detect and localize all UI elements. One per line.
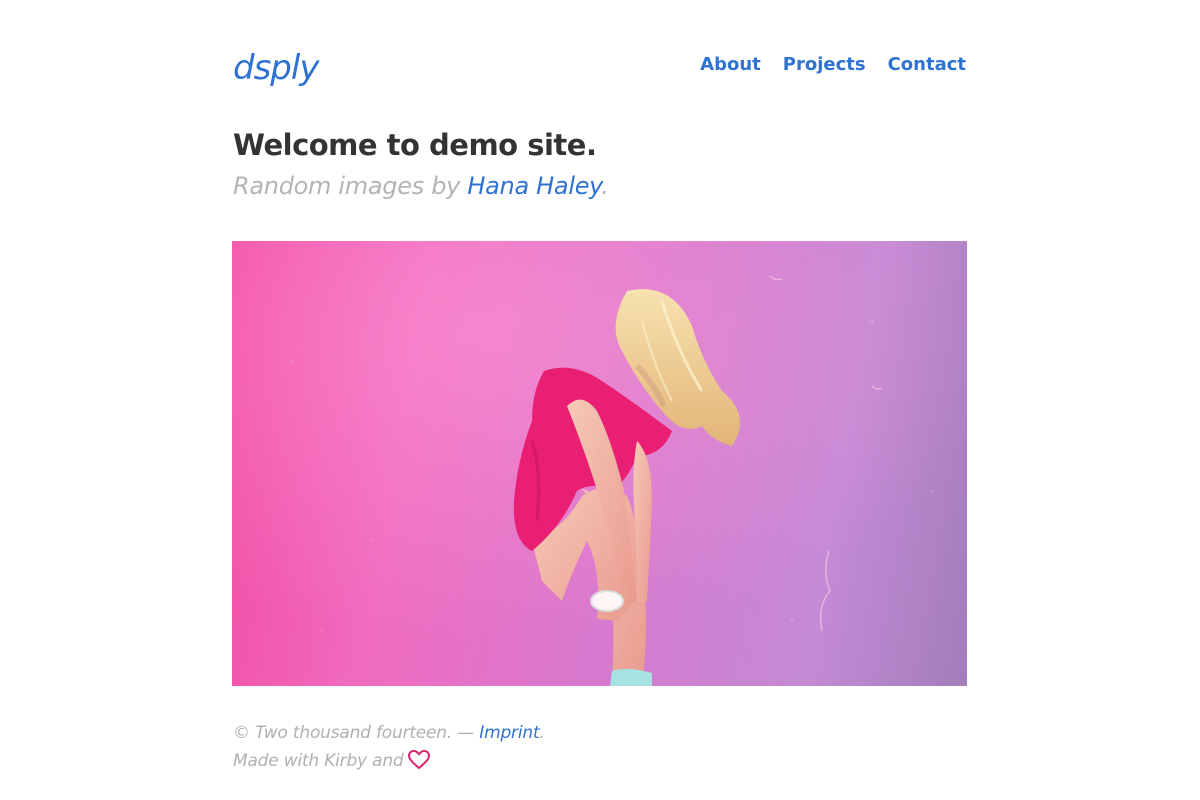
page: dsply About Projects Contact Welcome to … <box>0 0 1200 800</box>
nav-contact-link[interactable]: Contact <box>888 54 966 76</box>
site-footer: © Two thousand fourteen. — Imprint. Made… <box>233 719 545 779</box>
copyright-text: © Two thousand fourteen. — <box>233 723 480 743</box>
photo-icon <box>232 241 967 686</box>
site-logo[interactable]: dsply <box>233 46 319 90</box>
author-link[interactable]: Hana Haley <box>467 172 601 200</box>
footer-made-with-line: Made with Kirby and <box>233 747 545 779</box>
main-nav: About Projects Contact <box>700 54 966 76</box>
nav-about-link[interactable]: About <box>700 54 761 76</box>
footer-copyright-line: © Two thousand fourteen. — Imprint. <box>233 719 545 747</box>
hero-photo[interactable] <box>232 241 967 686</box>
subtitle-prefix: Random images by <box>233 172 468 200</box>
page-title: Welcome to demo site. <box>233 128 597 162</box>
heart-icon <box>407 750 430 779</box>
page-subtitle: Random images by Hana Haley. <box>233 170 609 202</box>
imprint-suffix: . <box>539 723 545 743</box>
made-with-text: Made with Kirby and <box>233 751 404 771</box>
nav-projects-link[interactable]: Projects <box>783 54 866 76</box>
imprint-link[interactable]: Imprint <box>479 723 539 743</box>
subtitle-suffix: . <box>601 172 609 200</box>
